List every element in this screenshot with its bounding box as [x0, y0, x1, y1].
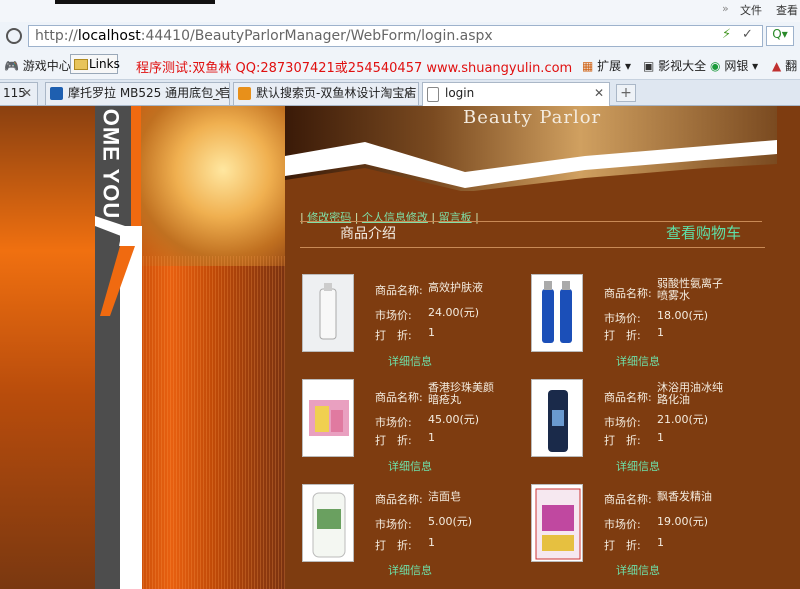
product-discount: 1 [428, 326, 435, 339]
price-label: 市场价: [375, 416, 412, 429]
discount-label: 打 折: [375, 539, 412, 552]
product-name: 沐浴用油冰纯路化油 [657, 381, 723, 406]
product-price: 18.00(元) [657, 309, 709, 322]
product-discount: 1 [657, 536, 664, 549]
price-label: 市场价: [375, 518, 412, 531]
discount-label: 打 折: [604, 434, 641, 447]
product-image[interactable] [531, 484, 583, 562]
games-bookmark[interactable]: 🎮 游戏中心 [4, 57, 71, 74]
detail-link[interactable]: 详细信息 [388, 353, 432, 369]
close-icon[interactable]: ✕ [22, 83, 32, 104]
product-name: 洁面皂 [428, 490, 461, 503]
product-image[interactable] [302, 379, 354, 457]
product-discount: 1 [657, 326, 664, 339]
price-label: 市场价: [375, 309, 412, 322]
product-name-label: 商品名称: [375, 493, 423, 506]
product-name-label: 商品名称: [375, 284, 423, 297]
product-name-label: 商品名称: [604, 493, 652, 506]
price-label: 市场价: [604, 416, 641, 429]
motorola-icon [50, 87, 63, 100]
product-price: 5.00(元) [428, 515, 473, 528]
top-dark-strip [55, 0, 215, 4]
product-discount: 1 [428, 431, 435, 444]
product-price: 21.00(元) [657, 413, 709, 426]
ad-text: 程序测试:双鱼林 QQ:287307421或254540457 www.shua… [136, 61, 573, 76]
product-discount: 1 [657, 431, 664, 444]
section-title: 商品介绍 [340, 226, 396, 242]
price-label: 市场价: [604, 518, 641, 531]
product-price: 45.00(元) [428, 413, 480, 426]
close-icon[interactable]: ✕ [594, 83, 604, 104]
site-info-icon[interactable] [6, 28, 22, 44]
product-price: 24.00(元) [428, 306, 480, 319]
bank-bookmark[interactable]: ◉ 网银 ▾ [710, 57, 758, 74]
close-icon[interactable]: ✕ [214, 83, 224, 104]
more-menu-icon[interactable]: » [722, 2, 729, 15]
video-bookmark[interactable]: ▣ 影视大全 [643, 57, 706, 74]
address-text: http://localhost:44410/BeautyParlorManag… [35, 28, 493, 44]
discount-label: 打 折: [375, 329, 412, 342]
discount-label: 打 折: [604, 329, 641, 342]
tab-1[interactable]: 115 ✕ [0, 82, 38, 105]
speed-mode-icon[interactable]: ⚡ [722, 27, 731, 42]
product-name: 弱酸性氨离子喷雾水 [657, 277, 723, 302]
search-engine-icon[interactable]: Q▾ [766, 26, 794, 46]
header-title: Beauty Parlor [463, 107, 602, 128]
close-icon[interactable]: ✕ [403, 83, 413, 104]
view-cart-link[interactable]: 查看购物车 [666, 222, 741, 243]
search-page-icon [238, 87, 251, 100]
menu-file[interactable]: 文件 [740, 2, 762, 18]
section-divider [300, 247, 765, 248]
message-board-link[interactable]: 留言板 [439, 211, 472, 224]
product-name: 高效护肤液 [428, 281, 483, 294]
header-swoosh [285, 140, 777, 196]
detail-link[interactable]: 详细信息 [616, 458, 660, 474]
links-folder[interactable]: Links [70, 54, 120, 74]
product-name-label: 商品名称: [604, 287, 652, 300]
product-name: 飘香发精油 [657, 490, 712, 503]
product-image[interactable] [531, 274, 583, 352]
address-input[interactable]: http://localhost:44410/BeautyParlorManag… [28, 25, 763, 47]
detail-link[interactable]: 详细信息 [616, 562, 660, 578]
price-label: 市场价: [604, 312, 641, 325]
extensions-button[interactable]: ▦ 扩展 ▾ [582, 57, 631, 74]
tab-3[interactable]: 默认搜索页-双鱼林设计淘宝店 ✕ [233, 82, 419, 105]
new-tab-button[interactable]: + [616, 84, 636, 102]
tab-login[interactable]: login ✕ [422, 82, 610, 106]
product-image[interactable] [302, 484, 354, 562]
product-discount: 1 [428, 536, 435, 549]
page-icon [427, 87, 439, 102]
detail-link[interactable]: 详细信息 [616, 353, 660, 369]
address-dropdown-icon[interactable]: ✓ [742, 27, 753, 42]
menu-view[interactable]: 查看 [776, 2, 798, 18]
tab-2[interactable]: 摩托罗拉 MB525 通用底包_官 ✕ [45, 82, 230, 105]
discount-label: 打 折: [604, 539, 641, 552]
product-name-label: 商品名称: [604, 391, 652, 404]
product-price: 19.00(元) [657, 515, 709, 528]
product-image[interactable] [302, 274, 354, 352]
product-name-label: 商品名称: [375, 391, 423, 404]
translate-bookmark[interactable]: ▲ 翻 [772, 57, 797, 74]
detail-link[interactable]: 详细信息 [388, 562, 432, 578]
product-image[interactable] [531, 379, 583, 457]
banner-logo-text: OME YOU [98, 108, 124, 220]
product-name: 香港珍珠美颜暗疮丸 [428, 381, 494, 406]
discount-label: 打 折: [375, 434, 412, 447]
detail-link[interactable]: 详细信息 [388, 458, 432, 474]
